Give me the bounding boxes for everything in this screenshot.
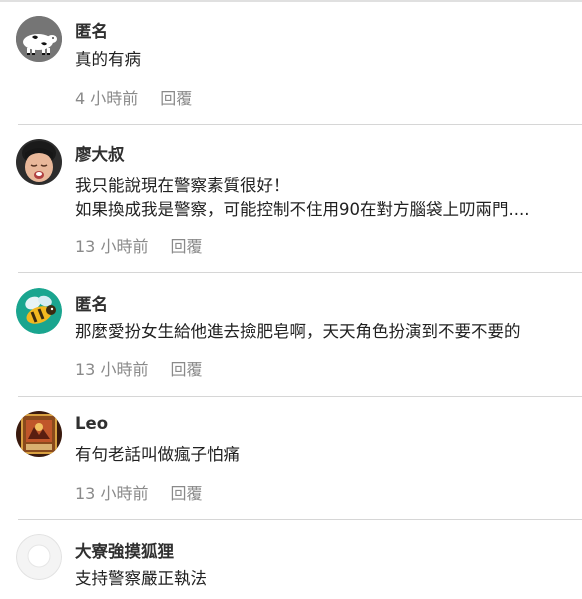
top-divider: [0, 0, 582, 2]
bee-icon[interactable]: [16, 288, 62, 334]
comment-timestamp: 13 小時前: [75, 237, 149, 256]
comment-meta: 13 小時前 回覆: [75, 480, 202, 504]
reply-button[interactable]: 回覆: [170, 237, 202, 256]
comment-meta: 4 小時前 回覆: [75, 85, 192, 109]
comment-text: 支持警察嚴正執法: [75, 569, 207, 588]
comment-author[interactable]: 大寮強摸狐狸: [75, 538, 174, 562]
comment-text: 我只能說現在警察素質很好！: [75, 176, 290, 195]
comment-text: 有句老話叫做瘋子怕痛: [75, 445, 240, 464]
comment-timestamp: 13 小時前: [75, 360, 149, 379]
comment-author[interactable]: 匿名: [75, 18, 108, 42]
comment-timestamp: 13 小時前: [75, 484, 149, 503]
reply-button[interactable]: 回覆: [160, 89, 192, 108]
child-photo-avatar[interactable]: [16, 139, 62, 185]
reply-button[interactable]: 回覆: [170, 484, 202, 503]
comment-meta: 13 小時前 回覆: [75, 233, 202, 257]
comment-meta: 13 小時前 回覆: [75, 356, 202, 380]
comment-divider: [18, 396, 582, 397]
comment-text: 真的有病: [75, 50, 141, 69]
comment-timestamp: 4 小時前: [75, 89, 139, 108]
comment-divider: [18, 124, 582, 125]
comment-author[interactable]: Leo: [75, 414, 108, 433]
comment-text: 如果換成我是警察，可能控制不住用90在對方腦袋上叨兩門....: [75, 200, 530, 219]
card-art-avatar[interactable]: [16, 411, 62, 457]
default-user-icon[interactable]: [16, 534, 62, 580]
cow-icon[interactable]: [16, 16, 62, 62]
comment-author[interactable]: 匿名: [75, 291, 108, 315]
comment-divider: [18, 519, 582, 520]
comment-divider: [18, 272, 582, 273]
comment-text: 那麼愛扮女生給他進去撿肥皂啊，天天角色扮演到不要不要的: [75, 322, 521, 341]
comment-author[interactable]: 廖大叔: [75, 141, 125, 165]
reply-button[interactable]: 回覆: [170, 360, 202, 379]
